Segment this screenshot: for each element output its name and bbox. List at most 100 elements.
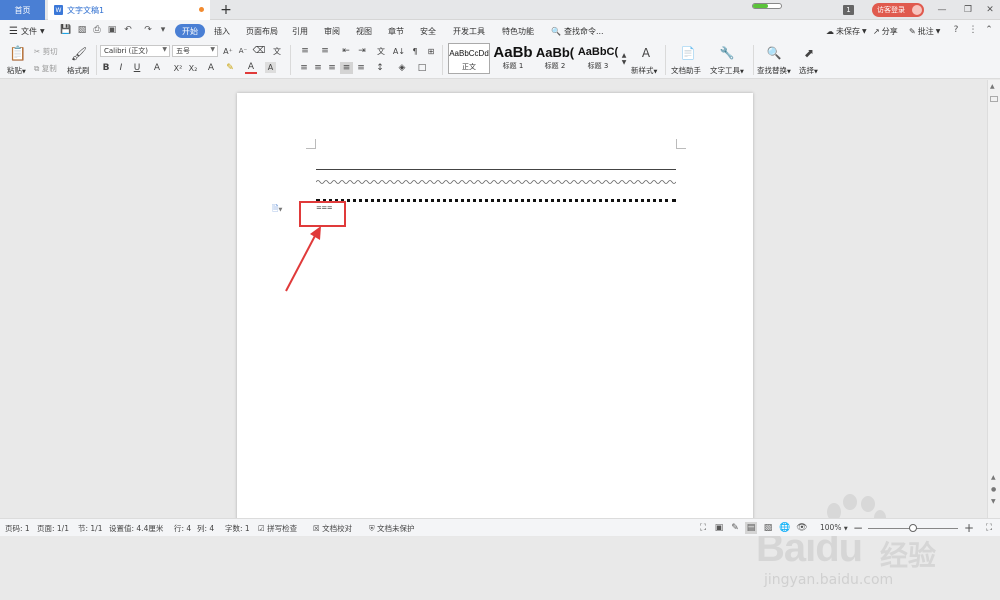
increase-indent-icon[interactable]: ⇥ bbox=[356, 45, 368, 57]
align-left-icon[interactable]: ≡ bbox=[298, 62, 310, 74]
prev-page-icon[interactable]: ▲ bbox=[991, 474, 996, 481]
style-normal[interactable]: AaBbCcDd 正文 bbox=[448, 43, 490, 74]
numbered-list-icon[interactable]: ≡ bbox=[318, 45, 332, 57]
wrench-icon[interactable]: 🔧 bbox=[719, 45, 735, 61]
save-icon[interactable]: 💾 bbox=[60, 24, 72, 36]
format-painter-icon[interactable]: 🖌 bbox=[70, 45, 88, 63]
subscript-icon[interactable]: X₂ bbox=[187, 62, 199, 74]
show-marks-icon[interactable]: ¶ bbox=[409, 45, 421, 57]
tab-home[interactable]: 首页 bbox=[0, 0, 45, 20]
fullscreen-icon[interactable]: ⛶ bbox=[697, 522, 709, 534]
char-shading-icon[interactable]: A bbox=[265, 62, 276, 73]
scroll-thumb[interactable] bbox=[990, 96, 998, 102]
style-heading-2[interactable]: AaBb( 标题 2 bbox=[534, 43, 576, 74]
menu-tab-insert[interactable]: 插入 bbox=[214, 24, 230, 38]
paste-button[interactable]: 粘贴▼ bbox=[7, 65, 26, 76]
close-icon[interactable]: ✕ bbox=[983, 3, 997, 17]
command-search[interactable]: 🔍 查找命令... bbox=[551, 24, 604, 38]
pen-mode-icon[interactable]: ✎ bbox=[729, 522, 741, 534]
text-effect-icon[interactable]: A bbox=[204, 62, 218, 74]
status-section[interactable]: 节: 1/1 bbox=[78, 523, 102, 534]
page-view-icon[interactable]: ▤ bbox=[745, 522, 757, 534]
menu-tab-references[interactable]: 引用 bbox=[292, 24, 308, 38]
new-style-button[interactable]: 新样式▼ bbox=[631, 65, 657, 76]
status-setting-value[interactable]: 设置值: 4.4厘米 bbox=[109, 523, 163, 534]
proofread-button[interactable]: ☒ 文档校对 bbox=[313, 523, 352, 534]
menu-tab-chapter[interactable]: 章节 bbox=[388, 24, 404, 38]
select-button[interactable]: 选择▼ bbox=[799, 65, 818, 76]
fit-window-icon[interactable]: ⛶ bbox=[983, 522, 995, 534]
find-replace-button[interactable]: 查找替换▼ bbox=[757, 65, 791, 76]
zoom-out-icon[interactable]: − bbox=[852, 521, 864, 535]
menu-tab-features[interactable]: 特色功能 bbox=[502, 24, 534, 38]
copy-button[interactable]: ⧉ 复制 bbox=[34, 63, 57, 74]
status-column[interactable]: 列: 4 bbox=[197, 523, 214, 534]
zoom-in-icon[interactable]: + bbox=[963, 521, 975, 535]
font-color-icon[interactable]: A bbox=[245, 62, 257, 74]
menu-tab-start[interactable]: 开始 bbox=[175, 24, 205, 38]
bullet-list-icon[interactable]: ≡ bbox=[298, 45, 312, 57]
print-icon[interactable]: ⎙ bbox=[91, 24, 103, 36]
export-pdf-icon[interactable]: ▧ bbox=[76, 24, 88, 36]
help-icon[interactable]: ? bbox=[950, 24, 962, 36]
text-tools-button[interactable]: 文字工具▼ bbox=[710, 65, 744, 76]
menu-tab-page-layout[interactable]: 页面布局 bbox=[246, 24, 278, 38]
redo-icon[interactable]: ↷ bbox=[142, 24, 154, 36]
align-right-icon[interactable]: ≡ bbox=[326, 62, 338, 74]
vertical-scrollbar[interactable]: ▲ ▲ ● ▼ bbox=[987, 80, 1000, 518]
sort-icon[interactable]: A↓ bbox=[393, 45, 405, 57]
bold-icon[interactable]: B bbox=[101, 62, 111, 74]
share-button[interactable]: ↗ 分享 bbox=[873, 24, 898, 38]
superscript-icon[interactable]: X² bbox=[172, 62, 184, 74]
document-page[interactable]: === 🗎▼ bbox=[237, 93, 753, 533]
styles-scroll-icon[interactable]: ▲ ▼ bbox=[620, 45, 628, 73]
spellcheck-button[interactable]: ☑ 拼写检查 bbox=[258, 523, 297, 534]
font-name-select[interactable]: Calibri (正文) ▼ bbox=[100, 45, 170, 57]
font-size-select[interactable]: 五号 ▼ bbox=[172, 45, 218, 57]
collapse-ribbon-icon[interactable]: ⌃ bbox=[983, 24, 995, 36]
browse-object-icon[interactable]: ● bbox=[991, 486, 996, 493]
more-icon[interactable]: ⋮ bbox=[967, 24, 979, 36]
print-preview-icon[interactable]: ▣ bbox=[106, 24, 118, 36]
window-count-badge[interactable]: 1 bbox=[843, 5, 854, 15]
undo-icon[interactable]: ↶ bbox=[122, 24, 134, 36]
protect-status[interactable]: ⛨ 文档未保护 bbox=[369, 523, 415, 534]
minimize-icon[interactable]: — bbox=[935, 3, 949, 17]
paste-icon[interactable]: 📋 bbox=[9, 45, 27, 63]
justify-icon[interactable]: ≡ bbox=[340, 62, 353, 74]
font-shrink-icon[interactable]: A⁻ bbox=[237, 45, 249, 57]
customize-toolbar-icon[interactable]: ▾ bbox=[157, 24, 169, 36]
chinese-layout-icon[interactable]: 文 bbox=[375, 45, 387, 57]
cut-button[interactable]: ✂ 剪切 bbox=[34, 46, 58, 57]
menu-tab-view[interactable]: 视图 bbox=[356, 24, 372, 38]
underline-icon[interactable]: U bbox=[130, 62, 144, 74]
status-word-count[interactable]: 字数: 1 bbox=[225, 523, 250, 534]
menu-tab-security[interactable]: 安全 bbox=[420, 24, 436, 38]
search-icon[interactable]: 🔍 bbox=[766, 45, 782, 61]
strikethrough-icon[interactable]: A bbox=[151, 62, 163, 74]
scroll-up-icon[interactable]: ▲ bbox=[990, 83, 995, 90]
line-spacing-icon[interactable]: ↕ bbox=[373, 62, 387, 74]
paragraph-handle-icon[interactable]: 🗎▼ bbox=[272, 203, 282, 217]
focus-mode-icon[interactable]: ▣ bbox=[713, 522, 725, 534]
zoom-select[interactable]: 100% ▼ bbox=[820, 523, 848, 532]
tab-document[interactable]: W 文字文稿1 bbox=[48, 0, 210, 20]
web-view-icon[interactable]: 🌐 bbox=[779, 522, 791, 534]
shading-icon[interactable]: ◈ bbox=[395, 62, 409, 74]
comment-button[interactable]: ✎ 批注 ▼ bbox=[909, 24, 940, 38]
next-page-icon[interactable]: ▼ bbox=[991, 498, 996, 505]
menu-tab-review[interactable]: 审阅 bbox=[324, 24, 340, 38]
borders-icon[interactable]: □ bbox=[415, 62, 429, 74]
new-tab-button[interactable]: + bbox=[218, 1, 234, 19]
unsaved-status[interactable]: ☁ 未保存 ▼ bbox=[826, 24, 867, 38]
phonetic-guide-icon[interactable]: 文 bbox=[270, 45, 284, 57]
style-heading-1[interactable]: AaBb 标题 1 bbox=[492, 43, 534, 74]
status-pages[interactable]: 页面: 1/1 bbox=[37, 523, 69, 534]
font-grow-icon[interactable]: A⁺ bbox=[222, 45, 234, 57]
outline-view-icon[interactable]: ▧ bbox=[762, 522, 774, 534]
doc-assistant-button[interactable]: 文档助手 bbox=[671, 65, 701, 76]
restore-icon[interactable]: ❐ bbox=[961, 3, 975, 17]
guest-login-button[interactable]: 访客登录 bbox=[872, 3, 924, 17]
status-row[interactable]: 行: 4 bbox=[174, 523, 191, 534]
status-page-number[interactable]: 页码: 1 bbox=[5, 523, 30, 534]
